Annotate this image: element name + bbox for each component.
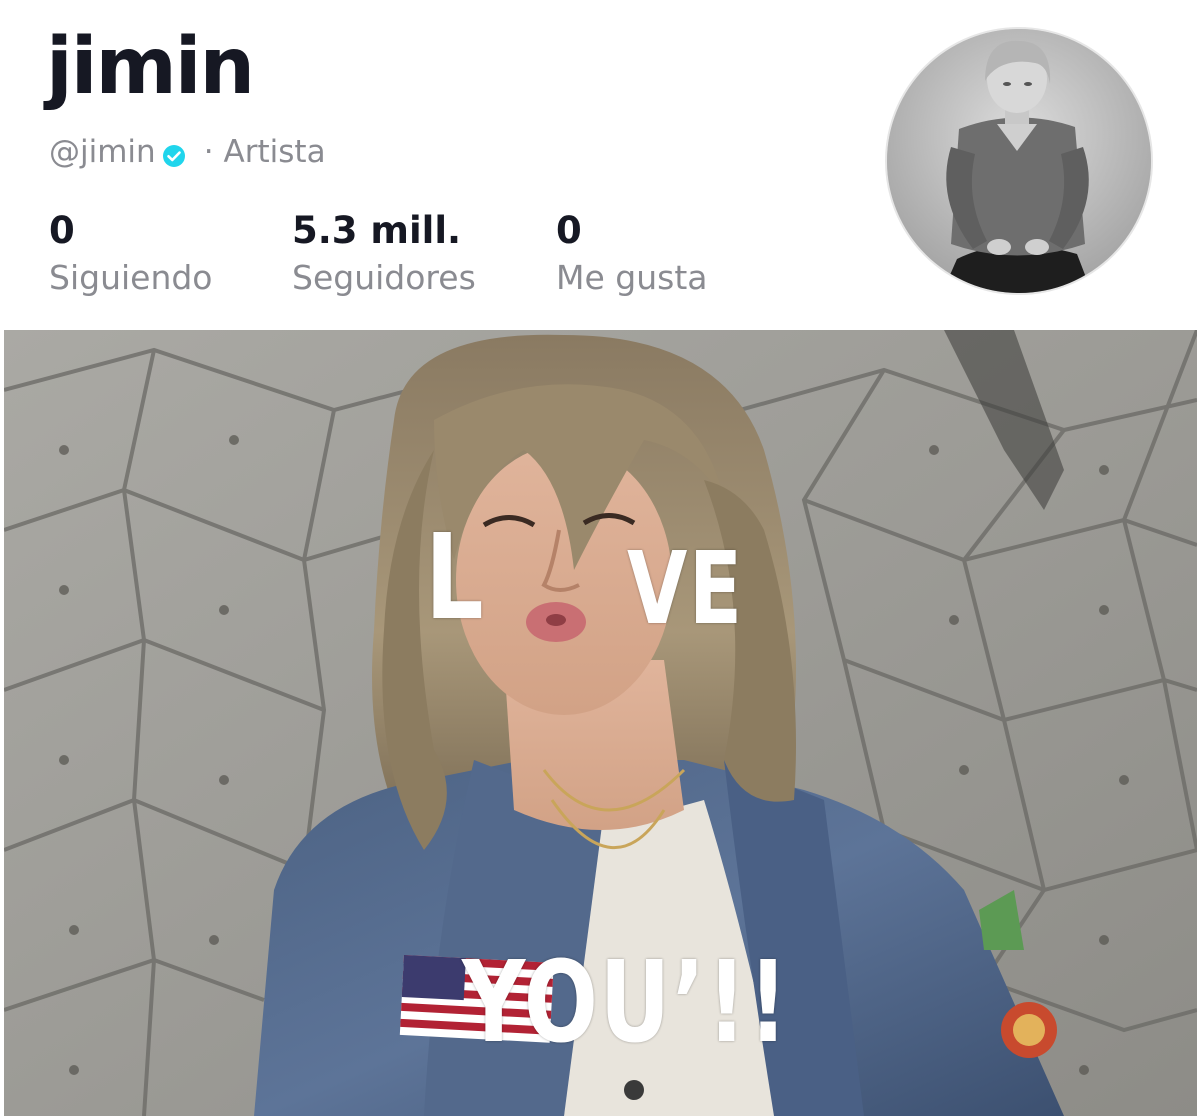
profile-handle[interactable]: @jimin: [49, 134, 156, 170]
overlay-caption-you: YOU’!!: [462, 938, 790, 1068]
likes-count: 0: [556, 209, 582, 252]
verified-badge-icon: [162, 140, 186, 167]
profile-handle-row: @jimin · Artista: [49, 132, 326, 172]
following-label: Siguiendo: [49, 258, 213, 297]
stat-following[interactable]: 0 Siguiendo: [49, 205, 213, 299]
stat-followers[interactable]: 5.3 mill. Seguidores: [292, 205, 476, 299]
overlay-caption-l: L: [425, 508, 486, 646]
profile-display-name: jimin: [46, 22, 255, 112]
following-count: 0: [49, 209, 75, 252]
overlay-caption-ve: VE: [627, 530, 744, 647]
handle-separator: ·: [203, 134, 214, 170]
followers-count: 5.3 mill.: [292, 209, 462, 252]
followers-label: Seguidores: [292, 258, 476, 297]
likes-label: Me gusta: [556, 258, 708, 297]
profile-category: Artista: [223, 134, 326, 170]
profile-header: jimin @jimin · Artista 0 Siguiendo 5.3 m…: [0, 0, 1200, 330]
profile-avatar[interactable]: [885, 27, 1153, 295]
stat-likes[interactable]: 0 Me gusta: [556, 205, 707, 299]
